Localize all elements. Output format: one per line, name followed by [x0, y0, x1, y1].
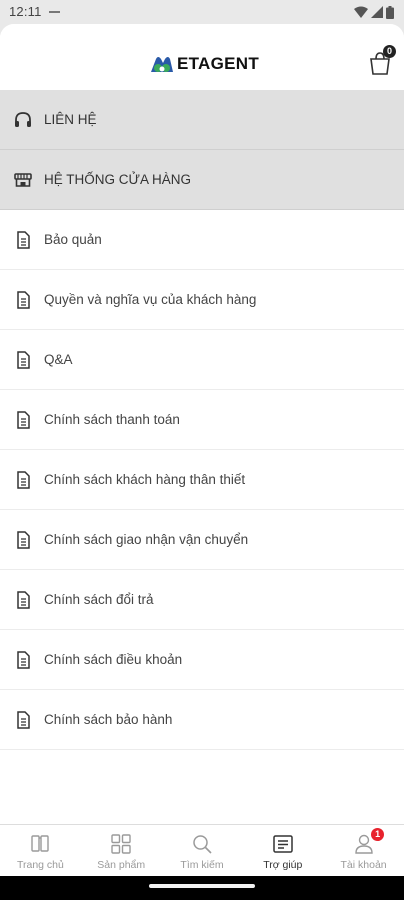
document-icon — [17, 350, 30, 369]
search-icon — [193, 835, 212, 854]
nav-label: Trợ giúp — [263, 859, 303, 871]
document-icon — [17, 290, 30, 309]
battery-icon — [386, 5, 394, 19]
help-menu-list: LIÊN HỆ HỆ THỐNG CỬA HÀNG Bảo quản Quyền… — [0, 90, 404, 750]
menu-item-label: Chính sách khách hàng thân thiết — [44, 472, 246, 487]
menu-item-label: Chính sách đổi trả — [44, 592, 154, 607]
app-header: ETAGENT 0 — [0, 24, 404, 90]
menu-item-label: Chính sách điều khoản — [44, 652, 183, 667]
nav-search[interactable]: Tìm kiếm — [162, 825, 243, 876]
grid-icon — [111, 834, 131, 854]
menu-item-label: Bảo quản — [44, 232, 102, 247]
cart-count-badge: 0 — [383, 45, 396, 58]
nav-account[interactable]: 1 Tài khoản — [323, 825, 404, 876]
menu-item-label: Q&A — [44, 352, 73, 367]
menu-item-qa[interactable]: Q&A — [0, 330, 404, 390]
nav-home[interactable]: Trang chủ — [0, 825, 81, 876]
document-icon — [17, 230, 30, 249]
document-icon — [17, 530, 30, 549]
home-gesture-bar[interactable] — [149, 884, 255, 888]
system-gesture-area — [0, 876, 404, 900]
document-icon — [17, 590, 30, 609]
menu-item-shipping-policy[interactable]: Chính sách giao nhận vận chuyển — [0, 510, 404, 570]
menu-item-warranty-policy[interactable]: Chính sách bảo hành — [0, 690, 404, 750]
menu-item-label: Chính sách giao nhận vận chuyển — [44, 532, 249, 547]
menu-item-payment-policy[interactable]: Chính sách thanh toán — [0, 390, 404, 450]
nav-label: Sản phẩm — [97, 859, 146, 871]
bottom-nav: Trang chủ Sản phẩm Tìm kiếm Trợ giúp 1 T… — [0, 824, 404, 876]
document-icon — [17, 470, 30, 489]
status-time: 12:11 — [9, 4, 42, 19]
menu-item-storage[interactable]: Bảo quản — [0, 210, 404, 270]
nav-label: Tài khoản — [340, 859, 387, 871]
headphones-icon — [15, 111, 31, 127]
menu-item-label: Quyền và nghĩa vụ của khách hàng — [44, 292, 257, 307]
nav-label: Tìm kiếm — [180, 859, 224, 871]
status-icons — [354, 5, 394, 19]
menu-item-return-policy[interactable]: Chính sách đổi trả — [0, 570, 404, 630]
menu-item-terms-policy[interactable]: Chính sách điều khoản — [0, 630, 404, 690]
menu-item-label: LIÊN HỆ — [44, 112, 97, 127]
nav-products[interactable]: Sản phẩm — [81, 825, 162, 876]
account-notification-badge: 1 — [371, 828, 385, 841]
menu-item-store-system[interactable]: HỆ THỐNG CỬA HÀNG — [0, 150, 404, 210]
notification-dash-icon — [49, 11, 60, 13]
brand-name: ETAGENT — [177, 54, 260, 73]
menu-item-contact[interactable]: LIÊN HỆ — [0, 90, 404, 150]
menu-item-label: Chính sách bảo hành — [44, 712, 173, 727]
signal-icon — [371, 6, 383, 18]
brand-mark-icon — [151, 57, 173, 72]
document-icon — [17, 410, 30, 429]
store-icon — [14, 172, 32, 187]
document-icon — [17, 650, 30, 669]
document-icon — [17, 710, 30, 729]
menu-item-label: HỆ THỐNG CỬA HÀNG — [44, 172, 192, 187]
brand-logo[interactable]: ETAGENT — [150, 53, 259, 75]
help-doc-icon — [273, 835, 293, 853]
cart-button[interactable]: 0 — [367, 45, 396, 76]
menu-item-customer-rights[interactable]: Quyền và nghĩa vụ của khách hàng — [0, 270, 404, 330]
app-screen: ETAGENT 0 LIÊN HỆ HỆ THỐNG CỬA HÀNG Bảo … — [0, 24, 404, 876]
menu-item-loyalty-policy[interactable]: Chính sách khách hàng thân thiết — [0, 450, 404, 510]
nav-label: Trang chủ — [16, 859, 64, 871]
wifi-icon — [354, 6, 368, 18]
home-icon — [31, 835, 50, 852]
nav-help[interactable]: Trợ giúp — [242, 825, 323, 876]
menu-item-label: Chính sách thanh toán — [44, 412, 180, 427]
